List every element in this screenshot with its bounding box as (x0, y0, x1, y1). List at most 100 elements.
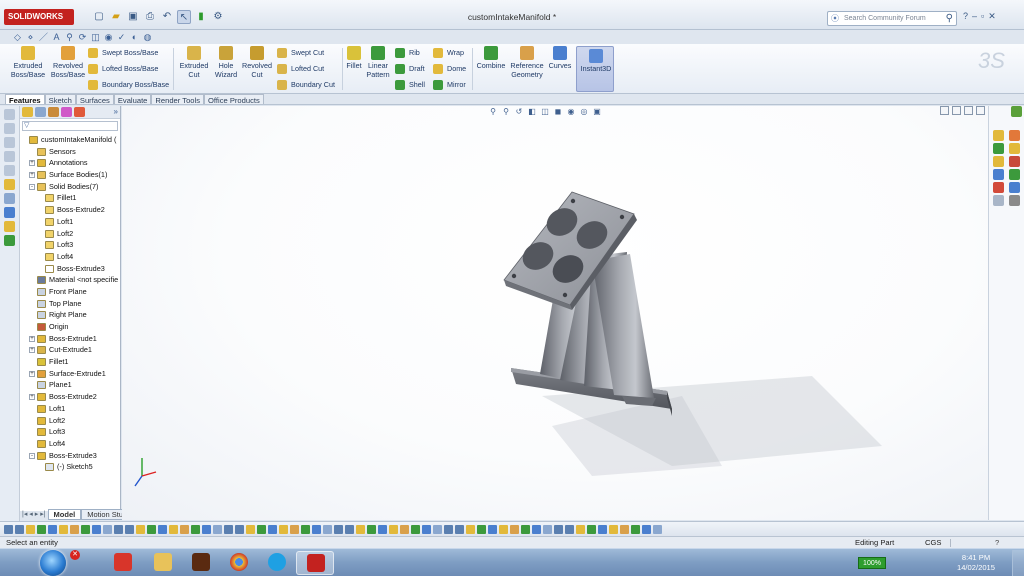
bottom-tool-icon[interactable] (543, 524, 552, 534)
task-pane-icon[interactable] (1009, 130, 1020, 141)
fillet-button[interactable]: Fillet (344, 46, 364, 71)
close-icon[interactable]: ✕ (988, 11, 996, 22)
bottom-tool-icon[interactable] (576, 524, 585, 534)
rebuild-icon[interactable]: ▮ (194, 10, 208, 24)
open-folder-icon[interactable]: ▰ (109, 10, 123, 24)
lofted-boss-button[interactable]: Lofted Boss/Base (88, 62, 158, 76)
smart-dimension-icon[interactable]: ⋄ (25, 32, 36, 43)
bottom-tool-icon[interactable] (290, 524, 299, 534)
lofted-cut-button[interactable]: Lofted Cut (277, 62, 324, 76)
bottom-tool-icon[interactable] (587, 524, 596, 534)
bottom-tool-icon[interactable] (158, 524, 167, 534)
bottom-tool-icon[interactable] (26, 524, 35, 534)
feature-tree-item[interactable]: customIntakeManifold ( (20, 134, 120, 146)
display-manager-tab-icon[interactable] (74, 107, 85, 117)
bottom-tool-icon[interactable] (378, 524, 387, 534)
tab-office-products[interactable]: Office Products (204, 94, 264, 105)
display-style-icon[interactable]: ◉ (103, 32, 114, 43)
rib-button[interactable]: Rib (395, 46, 420, 60)
bottom-tool-icon[interactable] (400, 524, 409, 534)
task-pane-icon[interactable] (1009, 156, 1020, 167)
revolved-boss-button[interactable]: Revolved Boss/Base (48, 46, 88, 79)
reference-geometry-button[interactable]: Reference Geometry (508, 46, 546, 79)
strip-tool-icon[interactable] (4, 109, 15, 120)
bottom-tool-icon[interactable] (37, 524, 46, 534)
task-pane-icon[interactable] (993, 169, 1004, 180)
rotate-icon[interactable]: ⟳ (77, 32, 88, 43)
bottom-tool-icon[interactable] (202, 524, 211, 534)
boundary-boss-button[interactable]: Boundary Boss/Base (88, 78, 169, 92)
bottom-tool-icon[interactable] (70, 524, 79, 534)
bottom-tool-icon[interactable] (136, 524, 145, 534)
strip-tool-icon[interactable] (4, 179, 15, 190)
solidworks-logo[interactable]: SOLIDWORKS (4, 9, 74, 25)
bottom-tool-icon[interactable] (191, 524, 200, 534)
feature-tree-item[interactable]: (-) Sketch5 (20, 461, 120, 473)
zoom-icon[interactable]: ⚲ (64, 32, 75, 43)
expand-icon[interactable]: + (29, 160, 35, 167)
undo-icon[interactable]: ↶ (160, 10, 174, 24)
expand-icon[interactable]: + (29, 172, 35, 179)
dome-button[interactable]: Dome (433, 62, 466, 76)
graphics-viewport[interactable]: ⚲ ⚲ ↺ ◧ ◫ ◼ ◉ ◎ ▣ (122, 106, 988, 520)
feature-tree-item[interactable]: Sensors (20, 146, 120, 158)
sketch-tool-icon[interactable]: ◇ (12, 32, 23, 43)
bottom-tool-icon[interactable] (367, 524, 376, 534)
bottom-tool-icon[interactable] (510, 524, 519, 534)
feature-tree-item[interactable]: Loft4 (20, 251, 120, 263)
hole-wizard-button[interactable]: Hole Wizard (210, 46, 242, 79)
view-orientation-icon[interactable]: ◫ (90, 32, 101, 43)
bottom-tool-icon[interactable] (466, 524, 475, 534)
task-pane-icon[interactable] (993, 156, 1004, 167)
taskbar-app-chrome-dev[interactable] (104, 551, 142, 575)
feature-tree-item[interactable]: Loft4 (20, 438, 120, 450)
bottom-tool-icon[interactable] (356, 524, 365, 534)
new-document-icon[interactable]: ▢ (92, 10, 106, 24)
taskbar-app-skype[interactable] (258, 551, 296, 575)
feature-tree-item[interactable]: Material <not specifie (20, 274, 120, 286)
bottom-tool-icon[interactable] (103, 524, 112, 534)
combine-button[interactable]: Combine (475, 46, 507, 71)
wrap-button[interactable]: Wrap (433, 46, 464, 60)
appearance-icon[interactable]: ◍ (142, 32, 153, 43)
task-pane-icon[interactable] (993, 182, 1004, 193)
strip-tool-icon[interactable] (4, 123, 15, 134)
configuration-tab-icon[interactable] (48, 107, 59, 117)
task-pane-icon[interactable] (1009, 182, 1020, 193)
tab-nav-arrows[interactable]: |◂ ◂ ▸ ▸| (20, 509, 48, 520)
restore-icon[interactable]: ▫ (981, 11, 984, 22)
feature-tree-item[interactable]: Loft2 (20, 228, 120, 240)
strip-tool-icon[interactable] (4, 235, 15, 246)
bottom-tool-icon[interactable] (268, 524, 277, 534)
feature-tree-item[interactable]: - Boss-Extrude3 (20, 450, 120, 462)
bottom-tool-icon[interactable] (48, 524, 57, 534)
bottom-tool-icon[interactable] (114, 524, 123, 534)
feature-tree-item[interactable]: Loft2 (20, 415, 120, 427)
bottom-tool-icon[interactable] (92, 524, 101, 534)
linear-pattern-button[interactable]: Linear Pattern (364, 46, 392, 79)
task-pane-icon[interactable] (993, 143, 1004, 154)
collapse-icon[interactable]: - (29, 452, 35, 459)
show-desktop-button[interactable] (1012, 550, 1024, 576)
tab-sketch[interactable]: Sketch (44, 94, 76, 105)
extruded-cut-button[interactable]: Extruded Cut (176, 46, 212, 79)
feature-tree-item[interactable]: Loft3 (20, 426, 120, 438)
strip-tool-icon[interactable] (4, 151, 15, 162)
bottom-tool-icon[interactable] (257, 524, 266, 534)
feature-tree-item[interactable]: Plane1 (20, 379, 120, 391)
bottom-tool-icon[interactable] (180, 524, 189, 534)
feature-tree-item[interactable]: + Surface Bodies(1) (20, 169, 120, 181)
task-pane-icon[interactable] (993, 130, 1004, 141)
bottom-tool-icon[interactable] (389, 524, 398, 534)
save-icon[interactable]: ▣ (126, 10, 140, 24)
bottom-tool-icon[interactable] (620, 524, 629, 534)
bottom-tool-icon[interactable] (4, 524, 13, 534)
bottom-tool-icon[interactable] (323, 524, 332, 534)
hide-show-icon[interactable]: ✓ (116, 32, 127, 43)
expand-icon[interactable]: + (29, 394, 35, 401)
feature-tree-item[interactable]: + Boss-Extrude1 (20, 333, 120, 345)
feature-tree-item[interactable]: - Solid Bodies(7) (20, 181, 120, 193)
bottom-tool-icon[interactable] (422, 524, 431, 534)
strip-tool-icon[interactable] (4, 137, 15, 148)
bottom-tool-icon[interactable] (444, 524, 453, 534)
